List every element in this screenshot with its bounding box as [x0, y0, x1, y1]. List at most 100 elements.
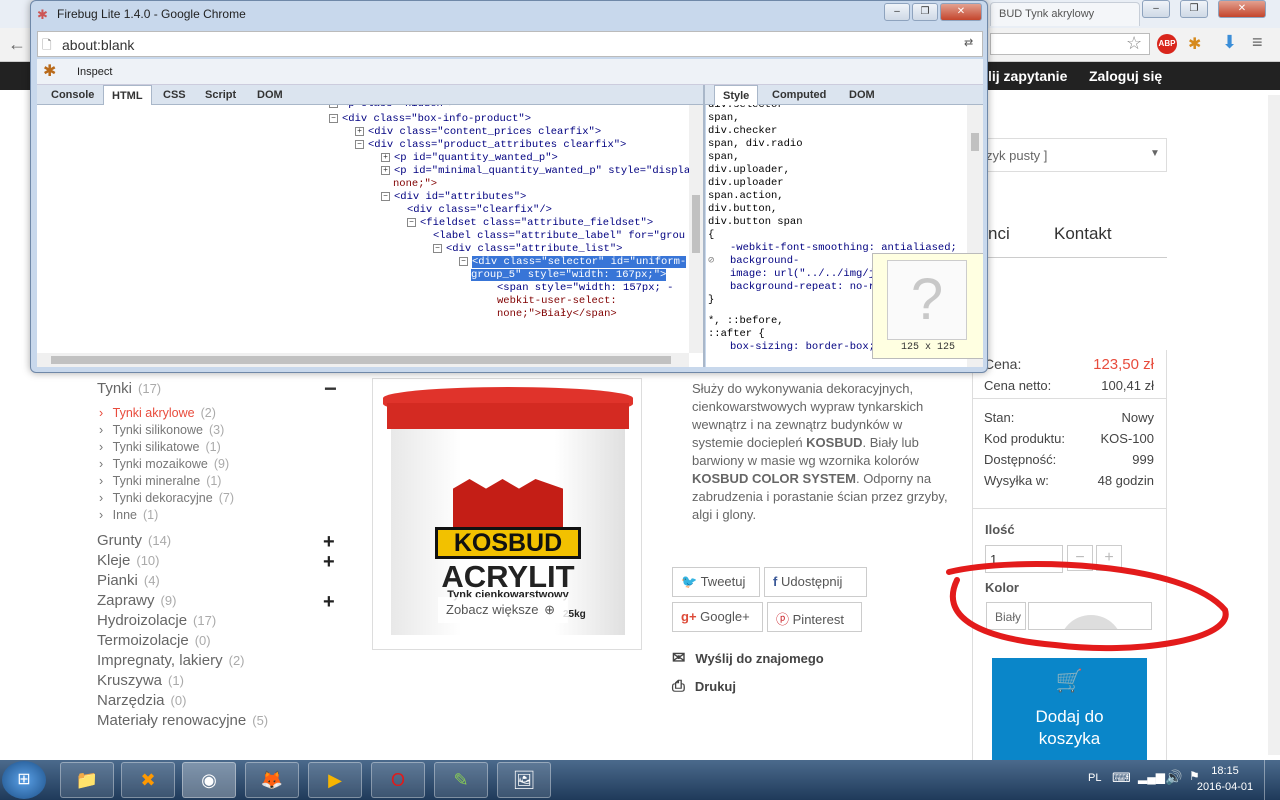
- html-node[interactable]: − <div class="selector" id="uniform-: [459, 256, 687, 269]
- print-link[interactable]: ⎙ Drukuj: [672, 678, 736, 696]
- css-line[interactable]: box-sizing: border-box;: [730, 341, 875, 354]
- start-button-icon[interactable]: ⊞: [2, 761, 46, 799]
- menu-item-prev[interactable]: nci: [988, 224, 1010, 244]
- html-node[interactable]: + <p id="minimal_quantity_wanted_p" style…: [381, 165, 696, 178]
- expand-toggle-icon[interactable]: −: [459, 256, 468, 266]
- volume-icon[interactable]: 🔊: [1165, 769, 1182, 786]
- html-node[interactable]: <div class="clearfix"/>: [407, 204, 552, 217]
- category-item[interactable]: Zaprawy (9): [97, 592, 176, 609]
- expand-toggle-icon[interactable]: −: [381, 191, 390, 201]
- expand-icon[interactable]: +: [323, 551, 335, 574]
- scroll-thumb[interactable]: [692, 195, 700, 253]
- expand-toggle-icon[interactable]: −: [433, 243, 442, 253]
- css-line[interactable]: span,: [708, 151, 740, 164]
- add-to-cart-button[interactable]: 🛒 Dodaj do koszyka: [992, 658, 1147, 760]
- html-node[interactable]: <span style="width: 157px; -: [497, 282, 673, 295]
- html-node[interactable]: none;">Biały</span>: [497, 308, 617, 321]
- page-scrollbar[interactable]: [1268, 95, 1280, 755]
- language-indicator[interactable]: PL: [1088, 772, 1101, 784]
- subcategory-item[interactable]: › Tynki mozaikowe (9): [99, 457, 229, 471]
- minimize-icon[interactable]: ‒: [1142, 0, 1170, 18]
- css-line[interactable]: background-: [730, 255, 799, 268]
- html-panel-vscroll[interactable]: [689, 105, 703, 353]
- firebug-address-bar[interactable]: 🗋 about:blank ⇄: [37, 31, 983, 57]
- notepad-taskbar-icon[interactable]: ✎: [434, 762, 488, 798]
- collapse-icon[interactable]: −: [324, 376, 337, 402]
- category-item[interactable]: Materiały renowacyjne (5): [97, 712, 268, 729]
- tab-computed[interactable]: Computed: [764, 85, 834, 105]
- css-line[interactable]: background-repeat: no-r: [730, 281, 875, 294]
- style-panel[interactable]: div.selector span, div.checker span, div.ra…: [706, 105, 983, 367]
- subcategory-item[interactable]: › Inne (1): [99, 508, 158, 522]
- media-player-taskbar-icon[interactable]: ▶: [308, 762, 362, 798]
- disabled-rule-icon[interactable]: ⊘: [708, 255, 714, 268]
- network-icon[interactable]: ▂▄▆: [1138, 770, 1165, 784]
- show-desktop-button[interactable]: [1264, 760, 1280, 800]
- css-line[interactable]: div.button span: [708, 216, 803, 229]
- css-line[interactable]: div.selector: [708, 105, 784, 112]
- html-node[interactable]: − <fieldset class="attribute_fieldset">: [407, 217, 653, 230]
- close-icon[interactable]: ✕: [1218, 0, 1266, 18]
- paint-taskbar-icon[interactable]: 🖼: [497, 762, 551, 798]
- expand-toggle-icon[interactable]: +: [381, 165, 390, 175]
- html-node[interactable]: none;">: [393, 178, 437, 191]
- tab-dom[interactable]: DOM: [249, 85, 291, 105]
- css-line[interactable]: span,: [708, 112, 740, 125]
- adblock-icon[interactable]: ABP: [1157, 34, 1177, 54]
- product-image[interactable]: KOSBUD ACRYLIT Tynk cienkowarstwowy 25kg…: [372, 378, 642, 650]
- scroll-thumb[interactable]: [51, 356, 671, 364]
- clock-time[interactable]: 18:15: [1205, 765, 1245, 777]
- css-line[interactable]: span.action,: [708, 190, 784, 203]
- html-node[interactable]: group_5" style="width: 167px;">: [471, 269, 667, 282]
- expand-toggle-icon[interactable]: −: [355, 139, 364, 149]
- category-item[interactable]: Kleje (10): [97, 552, 159, 569]
- chrome-taskbar-icon[interactable]: ◉: [182, 762, 236, 798]
- back-icon[interactable]: ←: [8, 34, 26, 55]
- firebug-window[interactable]: ✱ Firebug Lite 1.4.0 - Google Chrome ‒ ❐…: [30, 0, 988, 373]
- html-node[interactable]: − <div class="box-info-product">: [329, 113, 531, 126]
- menu-item-contact[interactable]: Kontakt: [1054, 224, 1112, 244]
- html-node[interactable]: − <div class="attribute_list">: [433, 243, 622, 256]
- subcategory-item[interactable]: › Tynki akrylowe (2): [99, 406, 216, 420]
- subcategory-item[interactable]: › Tynki dekoracyjne (7): [99, 491, 234, 505]
- expand-icon[interactable]: +: [323, 591, 335, 614]
- css-line[interactable]: *, ::before,: [708, 315, 784, 328]
- pinterest-button[interactable]: ⓟ Pinterest: [767, 602, 862, 632]
- category-item[interactable]: Termoizolacje (0): [97, 632, 211, 649]
- opera-taskbar-icon[interactable]: O: [371, 762, 425, 798]
- css-line[interactable]: image: url("../../img/jque: [730, 268, 894, 281]
- gplus-button[interactable]: g+ Google+: [672, 602, 763, 632]
- css-line[interactable]: div.uploader,: [708, 164, 790, 177]
- tab-style[interactable]: Style: [714, 85, 759, 105]
- category-item[interactable]: Impregnaty, lakiery (2): [97, 652, 245, 669]
- panel-divider[interactable]: [703, 85, 705, 367]
- subcategory-item[interactable]: › Tynki silikatowe (1): [99, 440, 221, 454]
- html-node[interactable]: + <div class="content_prices clearfix">: [355, 126, 601, 139]
- background-tab[interactable]: BUD Tynk akrylowy: [990, 2, 1140, 26]
- zoom-button[interactable]: Zobacz większe ⊕: [438, 597, 568, 623]
- expand-toggle-icon[interactable]: +: [355, 126, 364, 136]
- css-line[interactable]: div.button,: [708, 203, 777, 216]
- ask-question-link[interactable]: lij zapytanie: [988, 68, 1067, 84]
- explorer-taskbar-icon[interactable]: 📁: [60, 762, 114, 798]
- tab-side-dom[interactable]: DOM: [841, 85, 883, 105]
- translate-icon[interactable]: ⇄: [964, 36, 973, 49]
- minimize-icon[interactable]: ‒: [884, 3, 910, 21]
- tab-script[interactable]: Script: [197, 85, 244, 105]
- clock-date[interactable]: 2016-04-01: [1193, 781, 1257, 793]
- keyboard-icon[interactable]: ⌨: [1112, 770, 1131, 786]
- bookmark-star-icon[interactable]: ☆: [1126, 33, 1142, 54]
- html-node[interactable]: <label class="attribute_label" for="grou: [433, 230, 685, 243]
- download-icon[interactable]: ⬇: [1222, 32, 1237, 53]
- category-item[interactable]: Kruszywa (1): [97, 672, 184, 689]
- cart-dropdown[interactable]: zyk pusty ] ▼: [985, 138, 1167, 172]
- category-item[interactable]: Narzędzia (0): [97, 692, 186, 709]
- html-node[interactable]: webkit-user-select:: [497, 295, 617, 308]
- firebug-bug-icon[interactable]: ✱: [43, 61, 56, 81]
- html-node[interactable]: + <p class="hidden">: [329, 105, 455, 111]
- tab-css[interactable]: CSS: [155, 85, 194, 105]
- css-line[interactable]: }: [708, 294, 714, 307]
- send-to-friend-link[interactable]: ✉ Wyślij do znajomego: [672, 648, 824, 668]
- category-item[interactable]: Grunty (14): [97, 532, 171, 549]
- firebug-icon[interactable]: ✱: [1188, 34, 1201, 54]
